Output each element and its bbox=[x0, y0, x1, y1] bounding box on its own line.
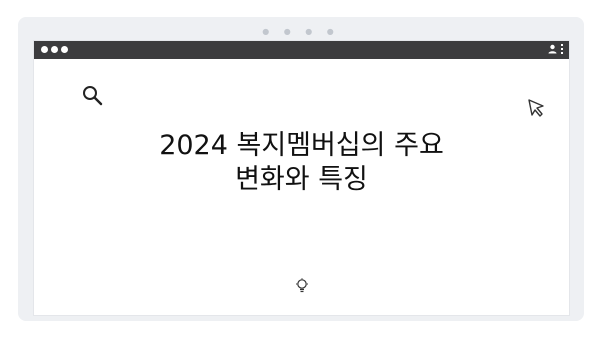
cursor-icon bbox=[528, 99, 544, 117]
kebab-menu-icon[interactable] bbox=[561, 44, 563, 54]
user-icon[interactable] bbox=[548, 44, 557, 54]
page-title: 2024 복지멤버십의 주요 변화와 특징 bbox=[34, 129, 569, 197]
lightbulb-icon bbox=[296, 278, 308, 293]
titlebar-actions bbox=[548, 44, 563, 54]
page-title-line2: 변화와 특징 bbox=[235, 164, 368, 195]
frame-dots: ● ● ● ● bbox=[262, 27, 340, 36]
window-controls bbox=[41, 46, 68, 53]
maximize-dot[interactable] bbox=[61, 46, 68, 53]
browser-window: 2024 복지멤버십의 주요 변화와 특징 bbox=[33, 40, 570, 316]
window-titlebar bbox=[34, 41, 569, 59]
close-dot[interactable] bbox=[41, 46, 48, 53]
minimize-dot[interactable] bbox=[51, 46, 58, 53]
page-title-line1: 2024 복지멤버십의 주요 bbox=[159, 130, 444, 161]
search-icon[interactable] bbox=[81, 84, 105, 108]
